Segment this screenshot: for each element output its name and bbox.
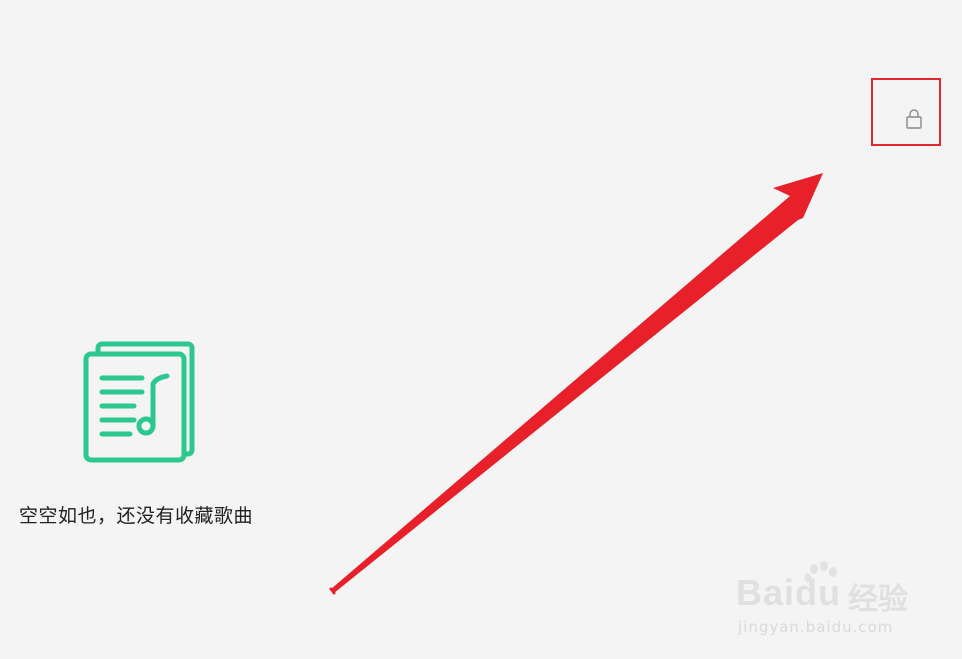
watermark-suffix: 经验	[848, 582, 908, 617]
baidu-watermark: Baidu 经验 jingyan.baidu.com	[736, 560, 936, 640]
empty-message: 空空如也，还没有收藏歌曲	[19, 505, 254, 527]
watermark-url: jingyan.baidu.com	[738, 618, 894, 636]
lock-button[interactable]	[899, 104, 929, 134]
annotation-arrow	[329, 173, 823, 595]
watermark-logo-text: Baidu	[736, 572, 842, 613]
paw-icon	[804, 561, 837, 583]
music-list-icon	[83, 341, 195, 463]
lock-icon	[906, 109, 922, 129]
